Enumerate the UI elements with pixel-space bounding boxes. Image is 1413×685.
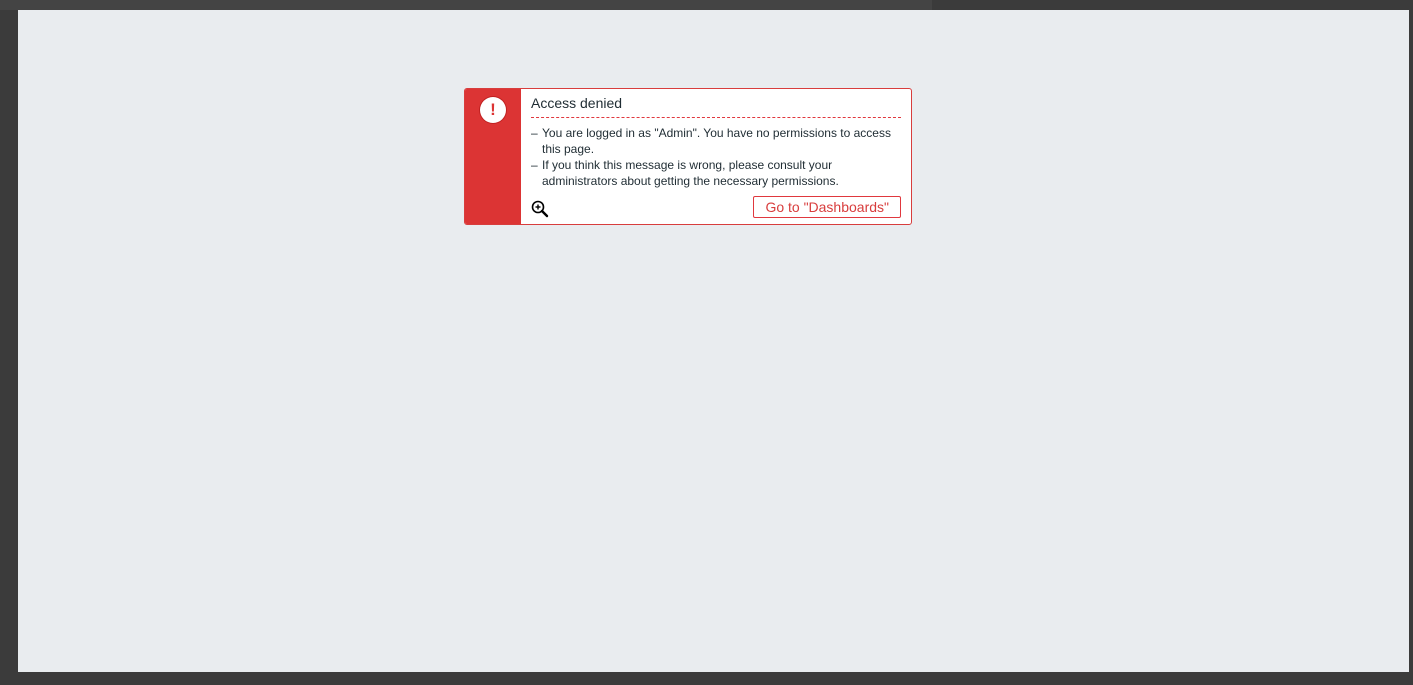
message-side-bar: !	[465, 89, 521, 224]
message-title: Access denied	[531, 95, 901, 118]
message-footer: Go to "Dashboards"	[531, 196, 901, 218]
list-dash: –	[531, 158, 538, 172]
go-to-dashboards-button[interactable]: Go to "Dashboards"	[753, 196, 901, 218]
message-detail-text: You are logged in as "Admin". You have n…	[542, 126, 891, 156]
message-details: – You are logged in as "Admin". You have…	[531, 125, 901, 189]
access-denied-message: ! Access denied – You are logged in as "…	[464, 88, 912, 225]
message-detail-text: If you think this message is wrong, plea…	[542, 158, 839, 188]
list-dash: –	[531, 126, 538, 140]
content-area: ! Access denied – You are logged in as "…	[18, 10, 1409, 672]
zoom-in-icon	[531, 200, 549, 218]
message-detail-item: – You are logged in as "Admin". You have…	[531, 125, 901, 157]
message-detail-item: – If you think this message is wrong, pl…	[531, 157, 901, 189]
message-body: Access denied – You are logged in as "Ad…	[521, 89, 911, 224]
background-header-strip	[0, 0, 932, 10]
exclamation-circle-icon: !	[480, 97, 506, 123]
